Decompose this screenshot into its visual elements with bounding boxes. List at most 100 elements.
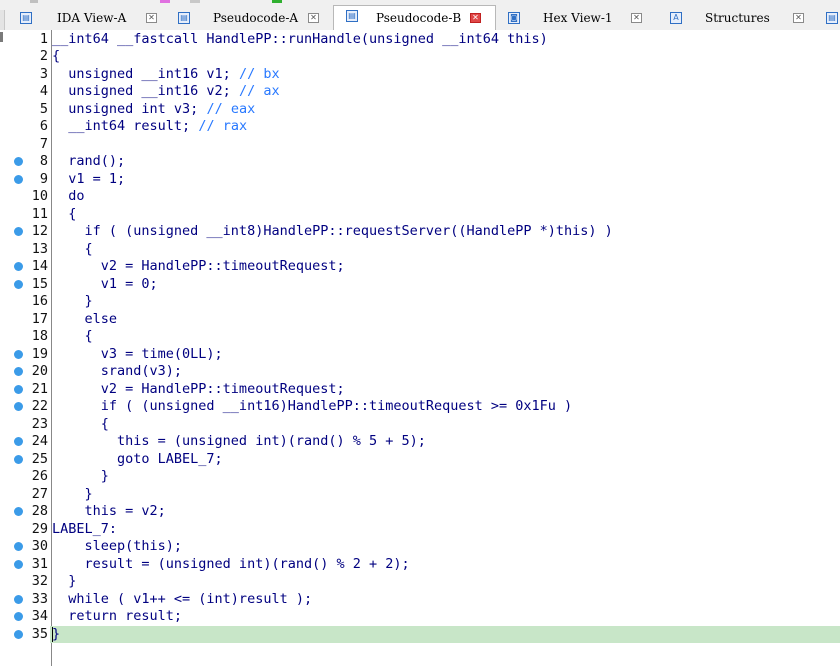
code-line[interactable]: 9 v1 = 1; (0, 171, 840, 189)
code-line[interactable]: 20 srand(v3); (0, 363, 840, 381)
close-icon[interactable]: ✕ (470, 13, 481, 23)
code-line[interactable]: 1 __int64 __fastcall HandlePP::runHandle(… (0, 31, 840, 49)
code-text[interactable]: v3 = time(0LL); (52, 346, 223, 364)
code-line[interactable]: 4 unsigned __int16 v2; // ax (0, 83, 840, 101)
code-text[interactable]: srand(v3); (52, 363, 182, 381)
code-line[interactable]: 27 } (0, 486, 840, 504)
code-line[interactable]: 16 } (0, 293, 840, 311)
code-text[interactable]: if ( (unsigned __int16)HandlePP::timeout… (52, 398, 572, 416)
code-text[interactable]: goto LABEL_7; (52, 451, 223, 469)
code-text[interactable]: else (52, 311, 118, 329)
code-text[interactable]: while ( v1++ <= (int)result ); (52, 591, 312, 609)
code-text[interactable]: sleep(this); (52, 538, 183, 556)
code-line[interactable]: 30 sleep(this); (0, 538, 840, 556)
code-text[interactable]: unsigned __int16 v1; // bx (52, 65, 280, 84)
tab-structures[interactable]: A Structures ✕ (662, 7, 812, 30)
code-line[interactable]: 6 __int64 result; // rax (0, 118, 840, 136)
code-line[interactable]: 14 v2 = HandlePP::timeoutRequest; (0, 258, 840, 276)
code-line[interactable]: 8 rand(); (0, 153, 840, 171)
code-line[interactable]: 19 v3 = time(0LL); (0, 346, 840, 364)
code-text[interactable]: this = v2; (52, 503, 166, 521)
code-text[interactable]: { (52, 416, 109, 434)
code-text[interactable]: v1 = 0; (52, 276, 158, 294)
tab-bar: ▤ IDA View-A ✕ ▤ Pseudocode-A ✕ ▤ Pseudo… (0, 5, 840, 36)
code-line[interactable]: 7 (0, 136, 840, 154)
code-text[interactable]: this = (unsigned int)(rand() % 5 + 5); (52, 433, 426, 451)
code-text[interactable]: __int64 result; // rax (52, 118, 247, 136)
code-line[interactable]: 21 v2 = HandlePP::timeoutRequest; (0, 381, 840, 399)
code-text[interactable]: } (52, 626, 60, 644)
code-line[interactable]: 29 LABEL_7: (0, 521, 840, 539)
code-comment: // bx (238, 65, 280, 82)
code-line[interactable]: 34 return result; (0, 608, 840, 626)
code-comment: // eax (206, 100, 256, 117)
code-line[interactable]: 24 this = (unsigned int)(rand() % 5 + 5)… (0, 433, 840, 451)
code-line[interactable]: 25 goto LABEL_7; (0, 451, 840, 469)
code-text[interactable]: LABEL_7: (52, 521, 117, 539)
code-text[interactable]: result = (unsigned int)(rand() % 2 + 2); (52, 556, 410, 574)
code-line[interactable]: 10 do (0, 188, 840, 206)
code-text[interactable]: __int64 __fastcall HandlePP::runHandle(u… (52, 31, 548, 49)
tab-overflow[interactable]: ▤ (822, 7, 840, 30)
code-text[interactable]: { (52, 48, 60, 66)
tab-label: Pseudocode-A (213, 11, 299, 25)
line-number: 31 (31, 555, 48, 572)
code-text[interactable]: unsigned int v3; // eax (52, 101, 255, 119)
tab-label: Structures (705, 11, 770, 25)
code-line[interactable]: 18 { (0, 328, 840, 346)
code-text[interactable]: } (52, 468, 109, 486)
close-icon[interactable]: ✕ (793, 13, 804, 23)
code-line[interactable]: 33 while ( v1++ <= (int)result ); (0, 591, 840, 609)
code-text[interactable]: } (52, 573, 76, 591)
code-line[interactable]: 13 { (0, 241, 840, 259)
tab-pseudocode-a[interactable]: ▤ Pseudocode-A ✕ (170, 7, 325, 30)
close-icon[interactable]: ✕ (631, 13, 642, 23)
tab-label: IDA View-A (57, 11, 127, 25)
line-number: 22 (31, 398, 48, 414)
code-line[interactable]: 31 result = (unsigned int)(rand() % 2 + … (0, 556, 840, 574)
line-number: 18 (31, 328, 48, 344)
code-text[interactable]: { (52, 328, 93, 346)
code-text[interactable]: if ( (unsigned __int8)HandlePP::requestS… (52, 223, 613, 241)
code-text[interactable]: return result; (52, 608, 182, 626)
code-text[interactable]: do (52, 188, 84, 206)
code-text[interactable]: unsigned __int16 v2; // ax (52, 83, 279, 101)
code-text[interactable]: v1 = 1; (52, 171, 125, 189)
code-line[interactable]: 15 v1 = 0; (0, 276, 840, 294)
code-line[interactable]: 23 { (0, 416, 840, 434)
structures-icon: A (670, 12, 682, 24)
close-icon[interactable]: ✕ (146, 13, 157, 23)
tab-hex-view-1[interactable]: ◙ Hex View-1 ✕ (500, 7, 650, 30)
code-text[interactable]: } (52, 486, 93, 504)
line-number: 1 (39, 30, 48, 47)
code-line[interactable]: 12 if ( (unsigned __int8)HandlePP::reque… (0, 223, 840, 241)
code-line[interactable]: 26 } (0, 468, 840, 486)
code-line[interactable]: 17 else (0, 311, 840, 329)
line-number: 16 (31, 293, 48, 309)
code-line[interactable]: 5 unsigned int v3; // eax (0, 101, 840, 119)
pseudocode-view[interactable]: 1 __int64 __fastcall HandlePP::runHandle(… (0, 30, 840, 666)
line-number: 6 (39, 118, 48, 134)
code-line[interactable]: 3 unsigned __int16 v1; // bx (0, 66, 840, 84)
code-text[interactable]: { (52, 206, 76, 224)
code-line[interactable]: 2{ (0, 48, 840, 66)
code-text[interactable]: v2 = HandlePP::timeoutRequest; (52, 258, 345, 276)
code-line[interactable]: 32 } (0, 573, 840, 591)
line-number: 4 (39, 83, 48, 99)
line-number: 11 (31, 205, 48, 222)
close-icon[interactable]: ✕ (308, 13, 319, 23)
code-line[interactable]: 22 if ( (unsigned __int16)HandlePP::time… (0, 398, 840, 416)
line-number: 10 (31, 188, 48, 204)
line-number: 26 (31, 468, 48, 484)
tab-pseudocode-b[interactable]: ▤ Pseudocode-B ✕ (333, 5, 496, 31)
code-line[interactable]: 35} (0, 625, 840, 644)
line-number: 34 (31, 608, 48, 624)
code-text[interactable]: v2 = HandlePP::timeoutRequest; (52, 381, 345, 399)
code-text[interactable]: { (52, 241, 93, 259)
code-line[interactable]: 28 this = v2; (0, 503, 840, 521)
line-number: 19 (31, 345, 48, 362)
code-line[interactable]: 11 { (0, 206, 840, 224)
code-text[interactable]: rand(); (52, 153, 125, 171)
tab-ida-view-a[interactable]: ▤ IDA View-A ✕ (12, 7, 162, 30)
code-text[interactable]: } (52, 293, 93, 311)
